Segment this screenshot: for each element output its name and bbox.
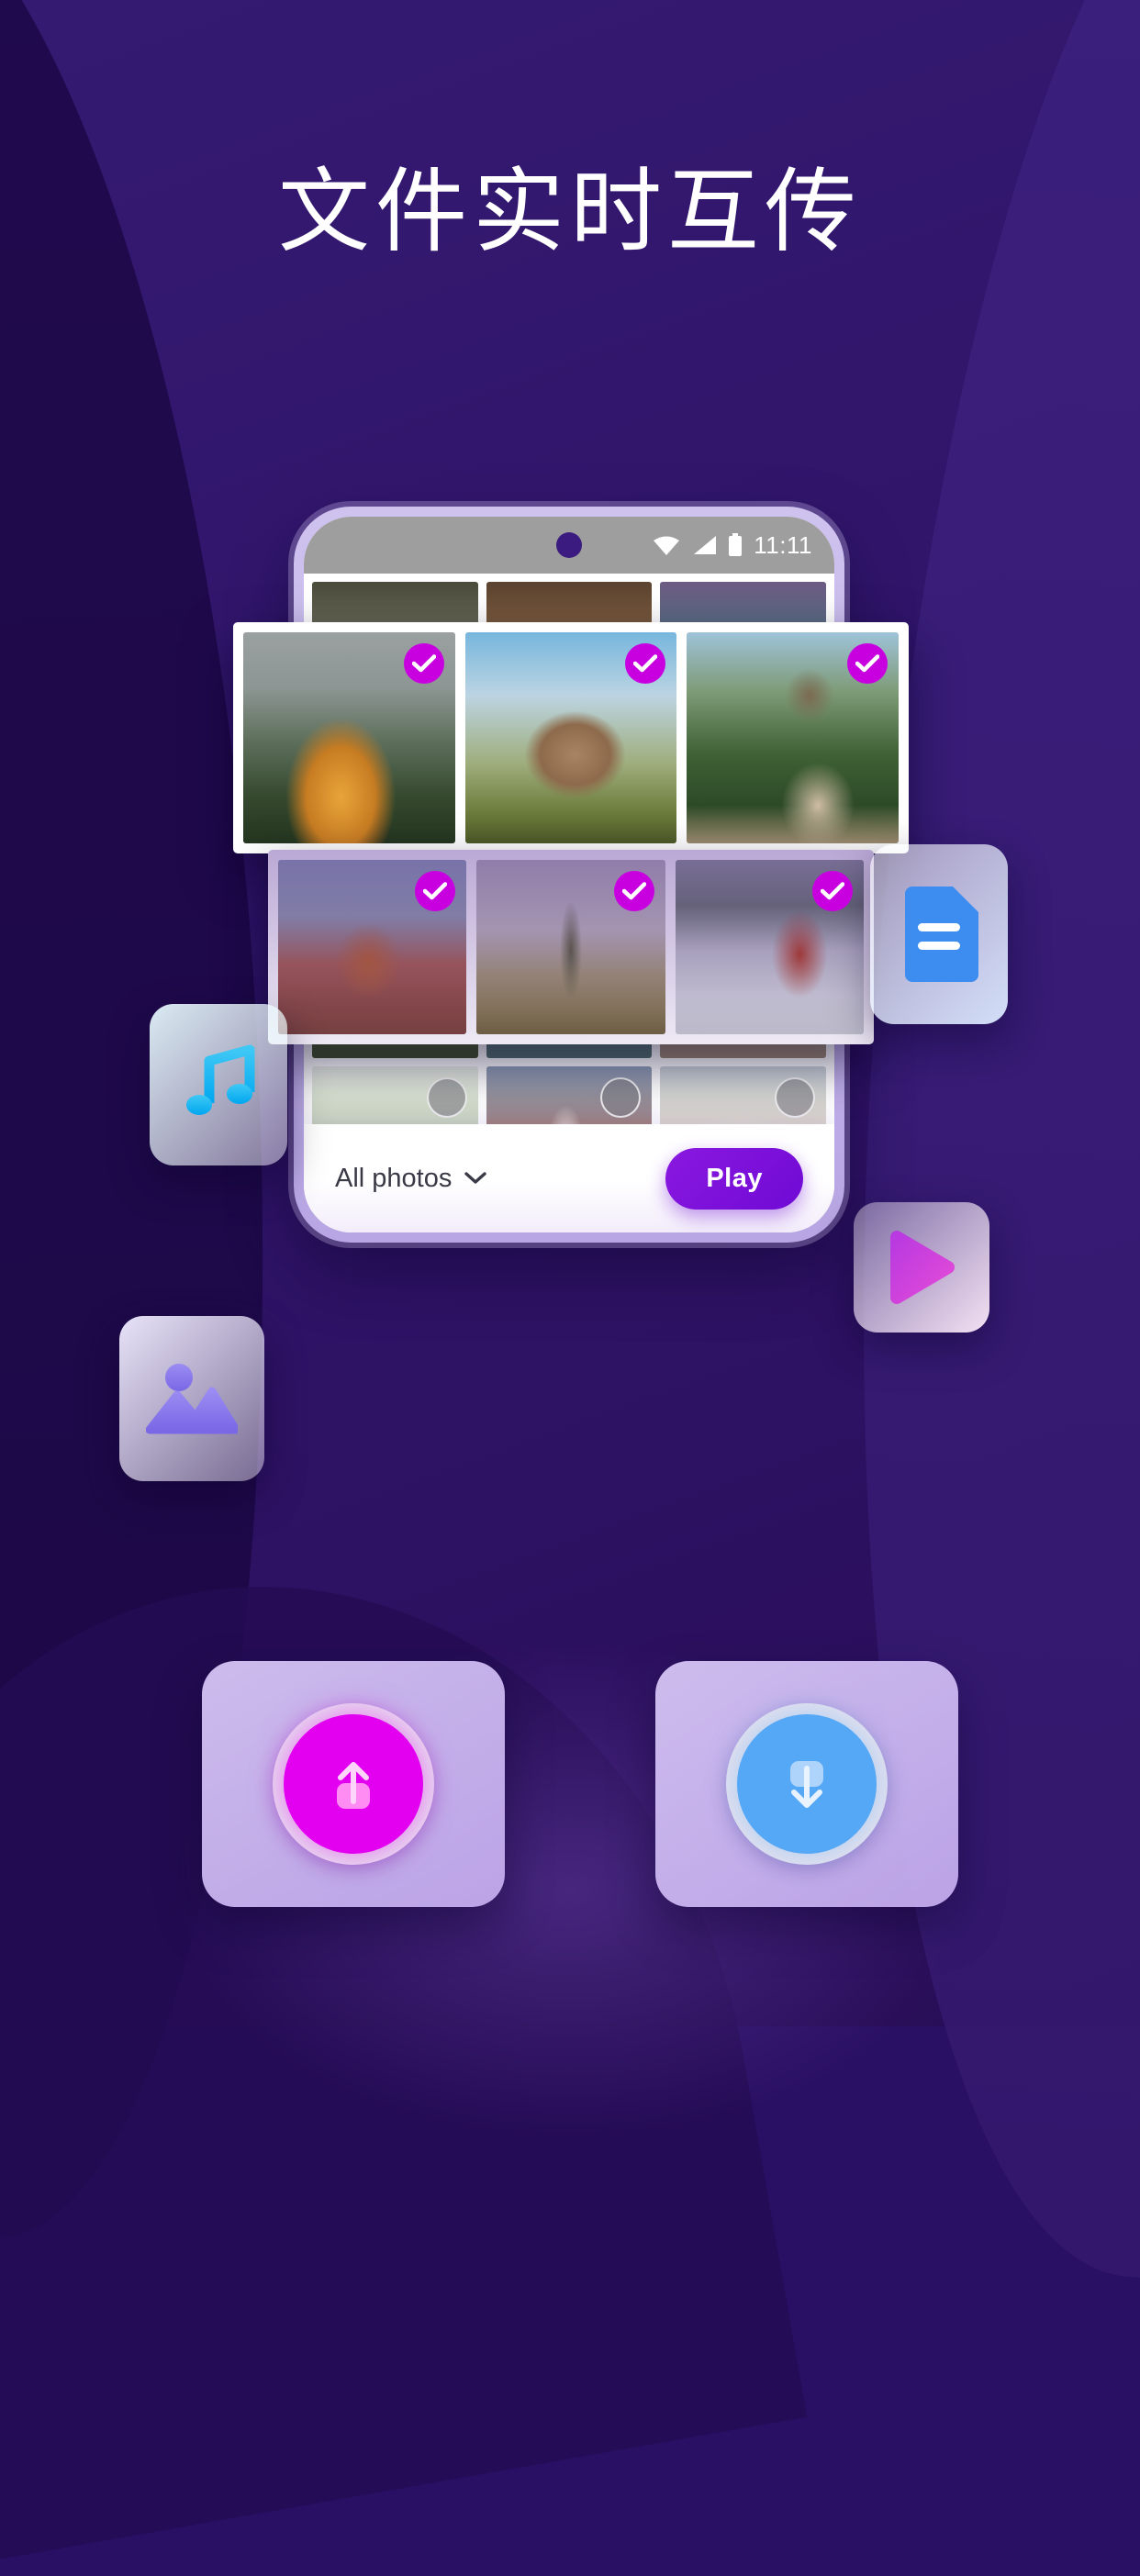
send-button[interactable] [284,1714,423,1854]
photo-cell[interactable] [687,632,899,843]
chevron-down-icon [464,1172,487,1184]
album-filter-dropdown[interactable]: All photos [335,1163,487,1194]
status-bar: 11:11 [304,517,834,574]
file-card-video[interactable] [854,1202,989,1333]
select-circle-icon[interactable] [775,1077,815,1118]
selected-photos-panel-top [233,622,909,853]
send-action-card[interactable] [202,1661,505,1907]
music-note-icon [186,1044,255,1115]
file-card-music[interactable] [150,1004,287,1165]
photo-cell[interactable] [476,860,665,1034]
checkmark-icon[interactable] [811,871,853,911]
checkmark-icon[interactable] [613,871,654,911]
receive-button-ring [726,1703,888,1865]
album-filter-label: All photos [335,1163,453,1193]
checkmark-icon[interactable] [415,871,456,911]
photo-cell[interactable] [464,632,677,843]
send-button-ring [273,1703,434,1865]
file-card-image[interactable] [119,1316,264,1481]
select-circle-icon[interactable] [600,1077,642,1118]
front-camera-dot [556,532,582,558]
receive-action-card[interactable] [655,1661,958,1907]
status-bar-time: 11:11 [754,530,812,559]
wifi-icon [654,536,680,555]
upload-arrow-icon [337,1762,370,1809]
bottom-action-bar: All photos Play [304,1124,834,1232]
image-picture-icon [146,1364,238,1434]
play-button[interactable]: Play [665,1147,803,1210]
photo-cell[interactable] [278,860,467,1034]
photo-cell[interactable] [243,632,455,843]
photo-cell[interactable] [675,860,864,1034]
file-card-document[interactable] [870,844,1008,1024]
battery-icon [729,533,743,556]
checkmark-icon[interactable] [847,643,888,684]
play-triangle-icon [890,1231,955,1304]
selected-photos-panel-middle [268,850,874,1044]
receive-button[interactable] [737,1714,877,1854]
checkmark-icon[interactable] [625,643,666,684]
select-circle-icon[interactable] [426,1077,467,1118]
document-icon [905,887,978,982]
signal-icon [694,536,717,554]
page-title: 文件实时互传 [278,158,862,265]
checkmark-icon[interactable] [403,643,444,684]
download-arrow-icon [790,1761,823,1808]
